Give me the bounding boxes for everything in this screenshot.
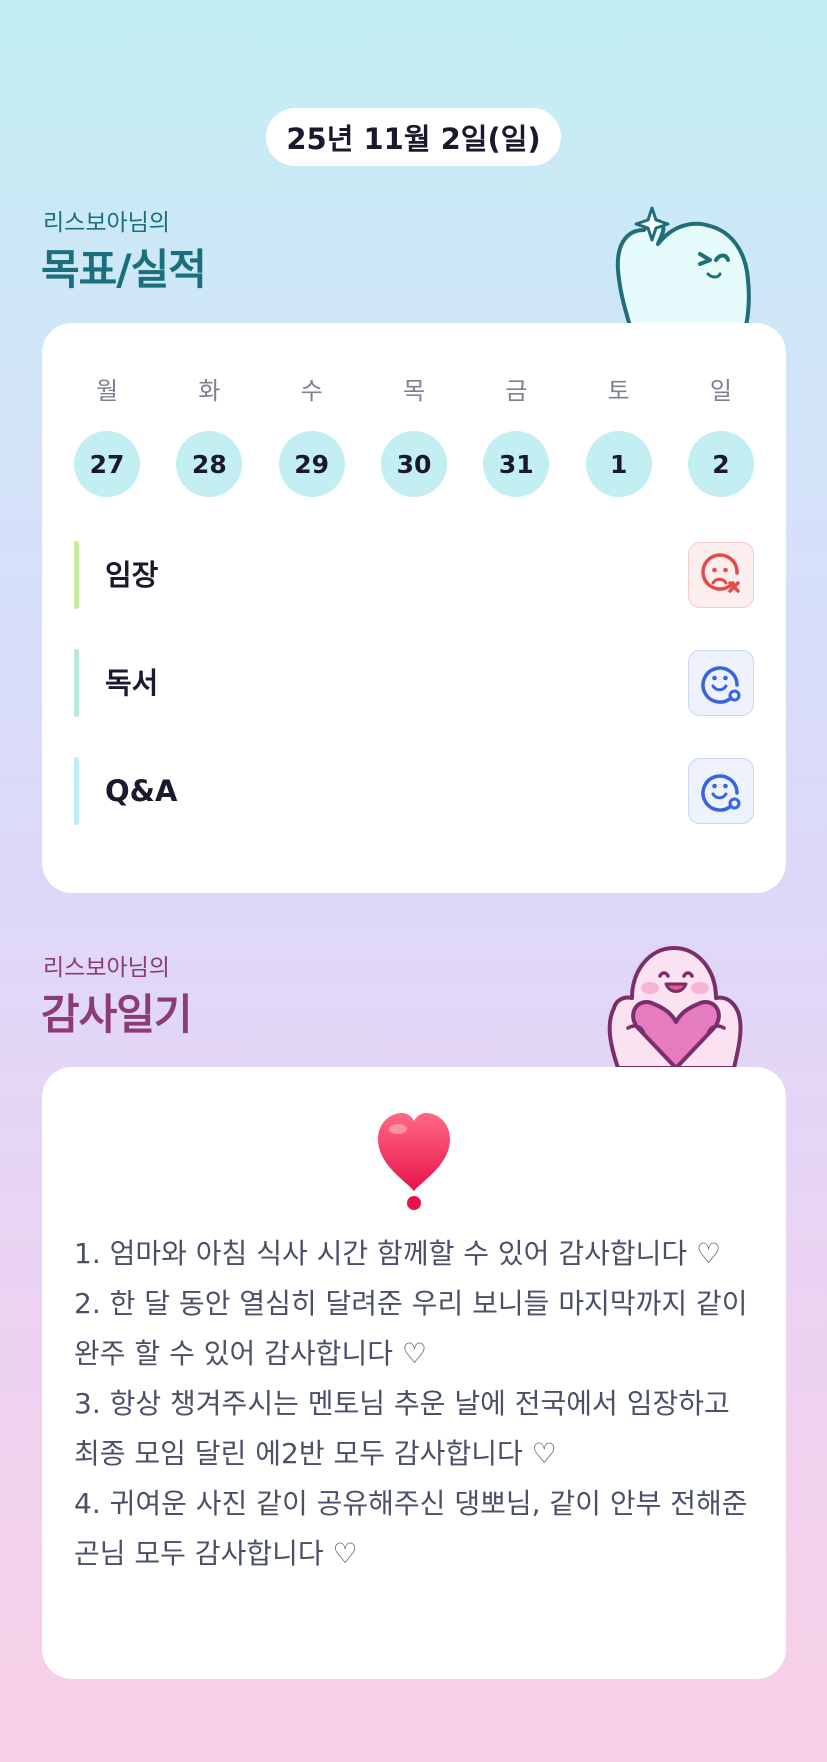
- goal-color-bar: [74, 649, 79, 717]
- gratitude-title: 감사일기: [41, 990, 193, 1039]
- goal-status-button[interactable]: [688, 542, 754, 608]
- smile-check-face-icon: [701, 666, 741, 704]
- day-button[interactable]: 2: [687, 431, 754, 497]
- sad-x-face-icon: [701, 553, 740, 593]
- gratitude-card: 1. 엄마와 아침 식사 시간 함께할 수 있어 감사합니다 ♡ 2. 한 달 …: [42, 1067, 786, 1679]
- weekday-label: 화: [198, 377, 221, 405]
- goal-row-reading: 독서: [74, 649, 754, 717]
- date-pill[interactable]: 25년 11월 2일(일): [266, 108, 561, 166]
- mascot-cyan-icon: [615, 206, 751, 326]
- day-button[interactable]: 27: [74, 431, 140, 497]
- day-button[interactable]: 30: [380, 431, 447, 497]
- goal-color-bar: [74, 757, 79, 825]
- gratitude-text: 1. 엄마와 아침 식사 시간 함께할 수 있어 감사합니다 ♡ 2. 한 달 …: [74, 1237, 748, 1570]
- weekday-label: 월: [95, 377, 119, 405]
- heart-exclamation-icon: [378, 1113, 450, 1210]
- date-row: 27 28 29 30 31 1 2: [74, 431, 754, 497]
- smile-check-face-icon: [701, 774, 741, 812]
- gratitude-subtitle: 리스보아님의: [43, 955, 170, 981]
- weekday-label: 일: [709, 377, 733, 405]
- weekday-row: 월 화 수 목 금 토 일: [74, 371, 754, 406]
- date-label: 25년 11월 2일(일): [286, 122, 541, 156]
- goals-title: 목표/실적: [41, 245, 207, 294]
- weekday-label: 목: [402, 377, 426, 405]
- day-button[interactable]: 28: [176, 431, 243, 497]
- goals-subtitle: 리스보아님의: [43, 210, 170, 236]
- page: 25년 11월 2일(일) 리스보아님의 목표/실적 월 화 수 목 금 토 일…: [0, 0, 827, 1762]
- mascot-pink-icon: [607, 946, 743, 1068]
- day-button[interactable]: 1: [585, 431, 652, 497]
- goal-color-bar: [74, 541, 79, 609]
- goal-status-button[interactable]: [688, 758, 754, 824]
- weekday-label: 수: [300, 377, 323, 405]
- goal-row-imjang: 임장: [74, 541, 754, 609]
- goal-label: Q&A: [105, 774, 178, 808]
- day-button[interactable]: 29: [278, 431, 345, 497]
- goal-status-button[interactable]: [688, 650, 754, 716]
- goal-label: 임장: [105, 558, 159, 592]
- weekday-label: 금: [505, 377, 528, 405]
- goal-row-qna: Q&A: [74, 757, 754, 825]
- weekday-label: 토: [607, 377, 630, 405]
- day-button[interactable]: 31: [483, 431, 550, 497]
- goal-label: 독서: [105, 666, 159, 700]
- goals-card: 월 화 수 목 금 토 일 27 28 29 30 31 1 2 임장 독서 Q…: [42, 323, 786, 893]
